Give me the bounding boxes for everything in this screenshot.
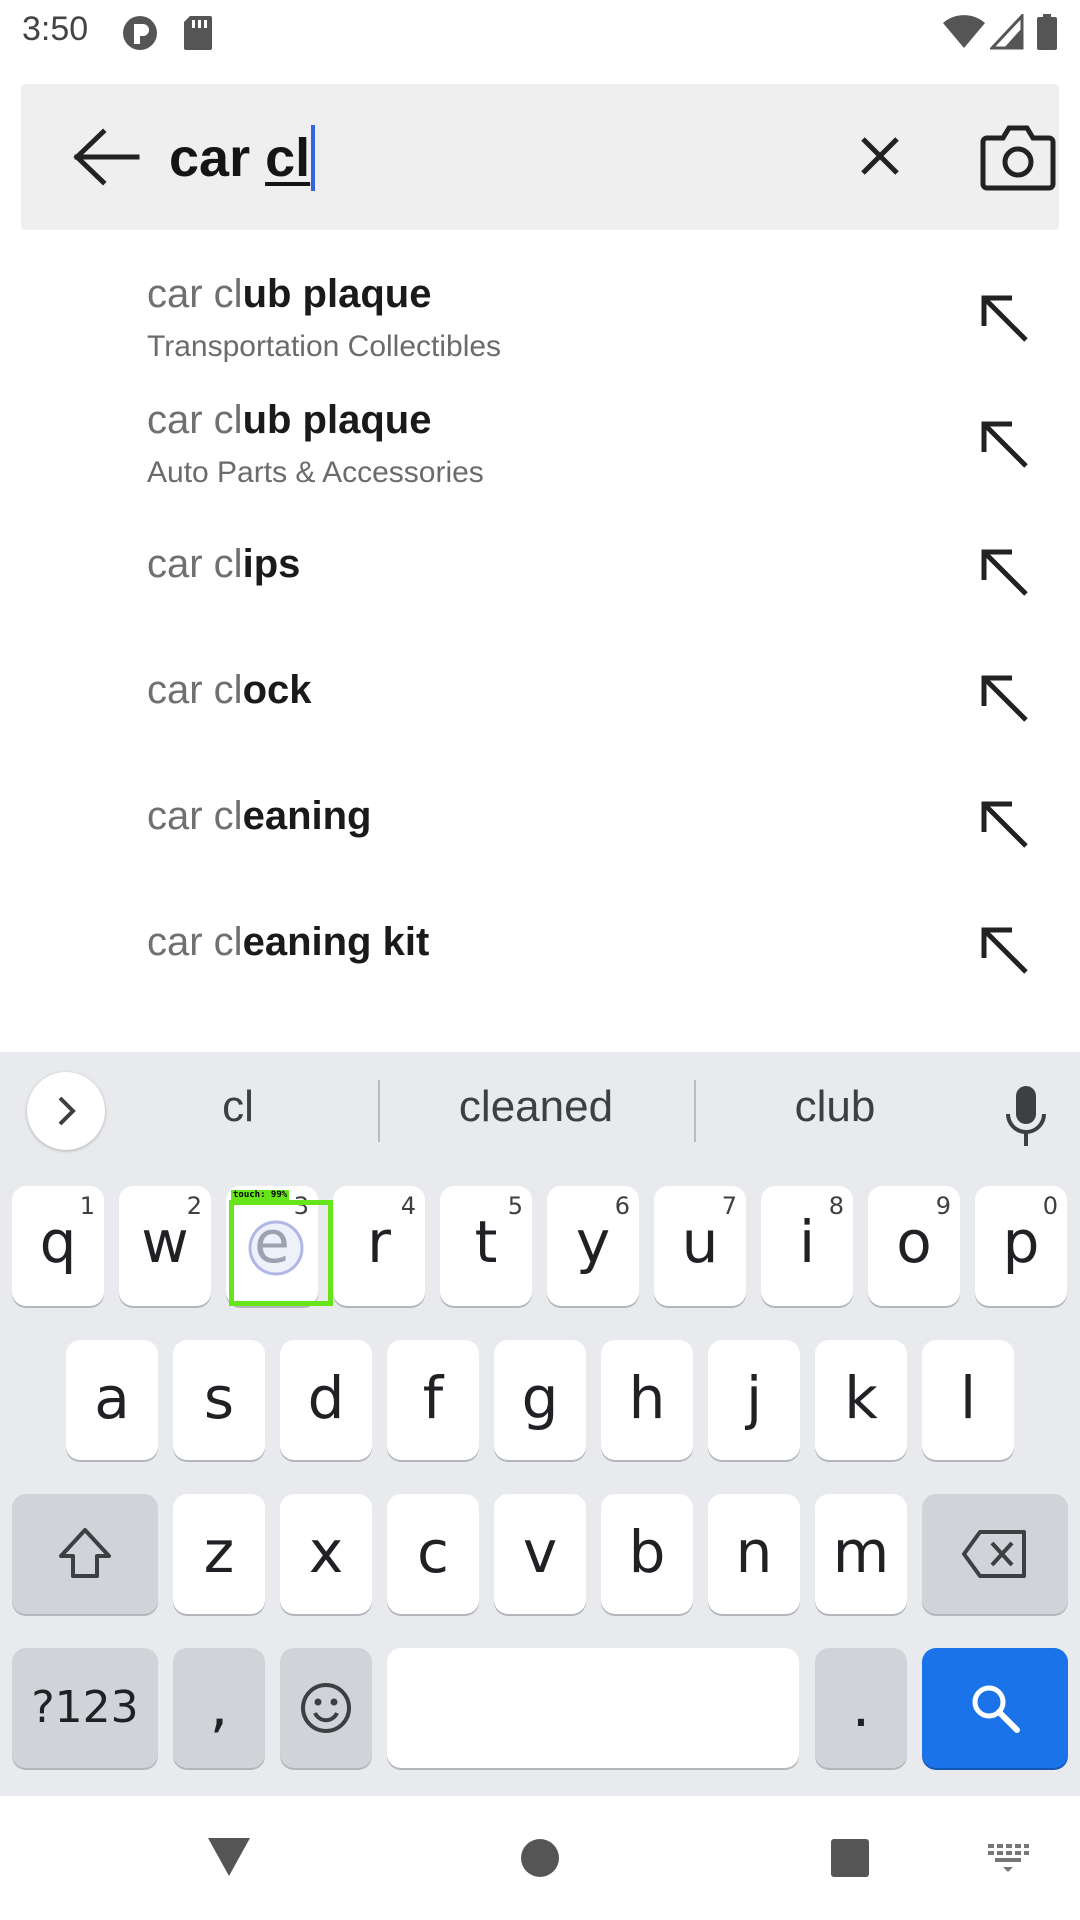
expand-toolbar-button[interactable] [27,1072,105,1150]
key-m[interactable]: m [815,1494,907,1614]
chevron-right-icon [58,1096,76,1126]
search-bar: car cl [21,84,1059,230]
system-navigation-bar [0,1796,1080,1920]
shift-key[interactable] [12,1494,158,1614]
backspace-icon [962,1530,1026,1578]
backspace-key[interactable] [922,1494,1068,1614]
search-icon [972,1685,1020,1733]
suggestion-category: Auto Parts & Accessories [147,456,484,489]
search-submit-key[interactable] [922,1648,1068,1768]
key-t[interactable]: t5 [440,1186,532,1306]
fill-query-arrow-icon[interactable] [976,796,1032,852]
sd-card-icon [184,16,212,50]
suggestion-title: car cleaning [147,794,372,838]
search-query-typed: cl [265,128,311,188]
touch-indicator-label: touch: 99% [231,1190,290,1200]
word-suggestion[interactable]: club [730,1082,940,1132]
key-a[interactable]: a [66,1340,158,1460]
spacebar-key[interactable] [387,1648,799,1768]
touch-point-icon [248,1220,304,1276]
screen: 3:50 car cl car club plaque Transportati… [0,0,1080,1920]
key-y[interactable]: y6 [547,1186,639,1306]
key-q[interactable]: q1 [12,1186,104,1306]
text-cursor [311,124,316,191]
emoji-icon [301,1683,351,1733]
key-u[interactable]: u7 [654,1186,746,1306]
suggestion-item[interactable]: car clock [0,646,1080,746]
home-circle-icon[interactable] [520,1838,560,1878]
key-r[interactable]: r4 [333,1186,425,1306]
microphone-icon[interactable] [998,1082,1054,1152]
suggestion-item[interactable]: car club plaque Transportation Collectib… [0,262,1080,376]
suggestion-title: car club plaque [147,398,432,442]
fill-query-arrow-icon[interactable] [976,544,1032,600]
suggestion-title: car clock [147,668,312,712]
fill-query-arrow-icon[interactable] [976,290,1032,346]
key-o[interactable]: o9 [868,1186,960,1306]
status-time: 3:50 [22,10,89,48]
suggestion-item[interactable]: car club plaque Auto Parts & Accessories [0,388,1080,502]
key-w[interactable]: w2 [119,1186,211,1306]
emoji-key[interactable] [280,1648,372,1768]
camera-icon[interactable] [965,120,1069,196]
key-n[interactable]: n [708,1494,800,1614]
key-g[interactable]: g [494,1340,586,1460]
keyboard-switch-icon[interactable] [986,1842,1030,1874]
keyboard-suggestion-strip: cl cleaned club [0,1052,1080,1170]
search-query-prefix: car [169,128,266,188]
key-j[interactable]: j [708,1340,800,1460]
fill-query-arrow-icon[interactable] [976,416,1032,472]
key-z[interactable]: z [173,1494,265,1614]
period-key[interactable]: . [815,1648,907,1768]
wifi-icon [943,15,985,48]
back-triangle-icon[interactable] [206,1836,252,1878]
suggestion-item[interactable]: car cleaning kit [0,898,1080,998]
key-d[interactable]: d [280,1340,372,1460]
word-suggestion[interactable]: cleaned [416,1082,656,1132]
key-s[interactable]: s [173,1340,265,1460]
battery-icon [1037,14,1057,50]
recents-square-icon[interactable] [830,1838,870,1878]
close-icon[interactable] [837,124,921,190]
back-arrow-icon[interactable] [65,124,145,190]
soft-keyboard: cl cleaned club q1 w2 e3 r4 t5 y6 u7 i8 … [0,1052,1080,1796]
suggestion-divider [378,1080,380,1142]
key-k[interactable]: k [815,1340,907,1460]
key-b[interactable]: b [601,1494,693,1614]
suggestion-title: car club plaque [147,272,432,316]
shift-arrow-icon [59,1528,111,1578]
key-x[interactable]: x [280,1494,372,1614]
key-p[interactable]: p0 [975,1186,1067,1306]
suggestion-item[interactable]: car cleaning [0,772,1080,872]
suggestion-title: car cleaning kit [147,920,430,964]
word-suggestion[interactable]: cl [140,1082,336,1132]
key-h[interactable]: h [601,1340,693,1460]
search-input[interactable]: car cl [169,120,316,196]
key-l[interactable]: l [922,1340,1014,1460]
suggestion-item[interactable]: car clips [0,520,1080,620]
key-i[interactable]: i8 [761,1186,853,1306]
symbols-key[interactable]: ?123 [12,1648,158,1768]
suggestion-category: Transportation Collectibles [147,330,502,363]
key-f[interactable]: f [387,1340,479,1460]
suggestion-title: car clips [147,542,301,586]
suggestion-divider [694,1080,696,1142]
key-v[interactable]: v [494,1494,586,1614]
fill-query-arrow-icon[interactable] [976,670,1032,726]
app-badge-icon [123,16,157,50]
status-bar: 3:50 [0,0,1080,64]
signal-icon [990,14,1024,50]
fill-query-arrow-icon[interactable] [976,922,1032,978]
comma-key[interactable]: , [173,1648,265,1768]
key-c[interactable]: c [387,1494,479,1614]
